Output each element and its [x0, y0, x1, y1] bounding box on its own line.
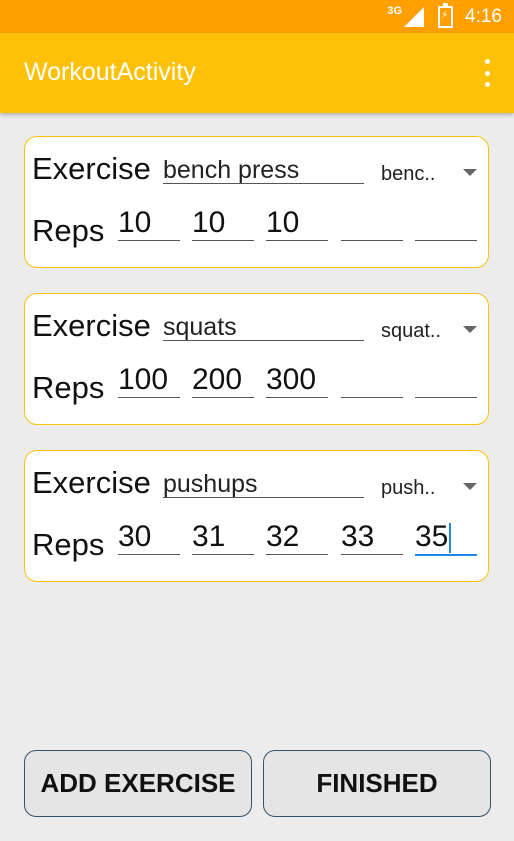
exercise-name-input[interactable]: pushups	[163, 469, 364, 498]
dropdown-arrow-icon[interactable]	[463, 169, 477, 176]
exercise-label: Exercise	[32, 308, 151, 343]
rep-input-1[interactable]: 10	[118, 206, 180, 241]
network-type: 3G	[387, 4, 403, 17]
signal-icon	[404, 6, 425, 27]
exercise-spinner[interactable]: squat..	[381, 320, 441, 343]
exercise-card-3: Exercise pushups push.. Reps 30 31 32 33…	[24, 450, 489, 582]
exercise-spinner[interactable]: push..	[381, 477, 435, 500]
rep-value: 35	[415, 520, 449, 553]
dropdown-arrow-icon[interactable]	[463, 483, 477, 490]
reps-label: Reps	[32, 527, 105, 562]
reps-label: Reps	[32, 370, 105, 405]
reps-label: Reps	[32, 213, 105, 248]
dropdown-arrow-icon[interactable]	[463, 326, 477, 333]
rep-input-3[interactable]: 10	[266, 206, 328, 241]
rep-input-1[interactable]: 100	[118, 363, 180, 398]
exercise-card-1: Exercise bench press benc.. Reps 10 10 1…	[24, 136, 489, 268]
status-icons: 3G 4:16	[387, 0, 502, 33]
exercise-name-input[interactable]: squats	[163, 312, 364, 341]
exercise-spinner[interactable]: benc..	[381, 163, 435, 186]
app-title: WorkoutActivity	[24, 58, 196, 86]
rep-input-5[interactable]: 35	[415, 520, 477, 556]
rep-input-5[interactable]	[415, 206, 477, 241]
clock: 4:16	[465, 5, 502, 27]
rep-input-4[interactable]	[341, 206, 403, 241]
finished-button[interactable]: FINISHED	[263, 750, 491, 817]
rep-input-2[interactable]: 10	[192, 206, 254, 241]
rep-input-3[interactable]: 300	[266, 363, 328, 398]
add-exercise-button[interactable]: ADD EXERCISE	[24, 750, 252, 817]
rep-input-1[interactable]: 30	[118, 520, 180, 555]
exercise-card-2: Exercise squats squat.. Reps 100 200 300	[24, 293, 489, 425]
rep-input-4[interactable]	[341, 363, 403, 398]
exercise-label: Exercise	[32, 465, 151, 500]
exercise-name-input[interactable]: bench press	[163, 155, 364, 184]
rep-input-2[interactable]: 31	[192, 520, 254, 555]
exercise-label: Exercise	[32, 151, 151, 186]
rep-input-4[interactable]: 33	[341, 520, 403, 555]
rep-input-3[interactable]: 32	[266, 520, 328, 555]
battery-charging-icon	[438, 2, 454, 28]
rep-input-2[interactable]: 200	[192, 363, 254, 398]
text-cursor	[449, 523, 452, 554]
app-bar: WorkoutActivity	[0, 33, 514, 113]
rep-input-5[interactable]	[415, 363, 477, 398]
status-bar: 3G 4:16	[0, 0, 514, 33]
overflow-menu-icon[interactable]	[482, 59, 492, 87]
